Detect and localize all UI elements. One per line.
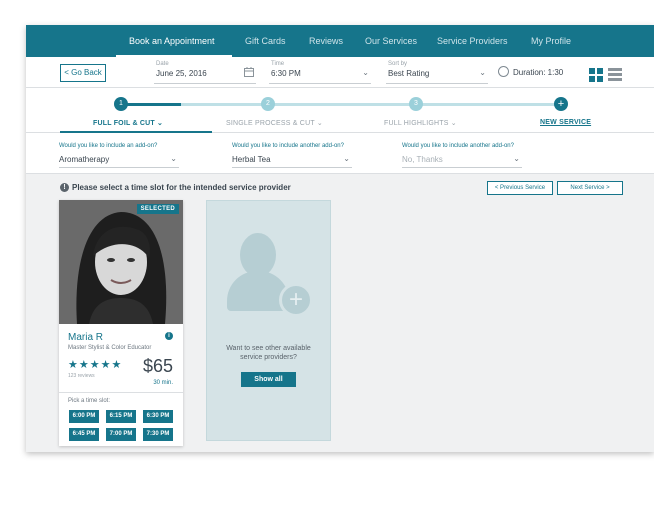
provider-price: $65 — [142, 356, 173, 376]
provider-info-icon[interactable]: i — [165, 332, 173, 340]
sort-label: Sort by — [388, 61, 408, 67]
service-duration: 30 min. — [153, 380, 173, 386]
selected-badge: SELECTED — [136, 204, 179, 214]
nav-reviews[interactable]: Reviews — [309, 25, 343, 57]
duration-text: Duration: 1:30 — [513, 68, 564, 77]
service-stepper: 1 2 3 + FULL FOIL & CUT ⌄ SINGLE PROCESS… — [26, 88, 654, 133]
nav-my-profile[interactable]: My Profile — [531, 25, 571, 57]
rating-stars: ★★★★★ — [68, 359, 123, 371]
addon-value-2: Herbal Tea — [232, 155, 271, 164]
addons-row: Would you like to include an add-on? Aro… — [26, 133, 654, 174]
step-3-dot[interactable]: 3 — [409, 97, 423, 111]
addon-value-3: No, Thanks — [402, 155, 443, 164]
addon-label-2: Would you like to include another add-on… — [232, 143, 344, 149]
provider-photo: SELECTED — [59, 200, 183, 324]
clock-icon — [498, 66, 509, 77]
other-providers-text: Want to see other available service prov… — [226, 345, 311, 361]
chevron-down-icon: ⌄ — [513, 154, 520, 163]
step-1-label[interactable]: FULL FOIL & CUT ⌄ — [93, 119, 163, 127]
time-slot-button[interactable]: 7:00 PM — [106, 428, 136, 441]
addon-label-1: Would you like to include an add-on? — [59, 143, 158, 149]
provider-role: Master Stylist & Color Educator — [68, 345, 152, 351]
step-1-text: FULL FOIL & CUT — [93, 120, 155, 127]
step-3-label[interactable]: FULL HIGHLIGHTS ⌄ — [384, 119, 457, 127]
add-service-icon[interactable]: + — [554, 97, 568, 111]
time-label: Time — [271, 61, 285, 67]
chevron-down-icon: ⌄ — [316, 120, 323, 127]
pick-slot-label: Pick a time slot: — [68, 398, 111, 404]
other-providers-card: + Want to see other available service pr… — [206, 200, 331, 441]
chevron-down-icon: ⌄ — [479, 68, 486, 77]
provider-name: Maria R — [68, 332, 104, 343]
addon-label-3: Would you like to include another add-on… — [402, 143, 514, 149]
addon-select-3[interactable]: Would you like to include another add-on… — [402, 143, 522, 168]
info-icon: ! — [60, 183, 69, 192]
chevron-down-icon: ⌄ — [343, 154, 350, 163]
new-service-link[interactable]: NEW SERVICE — [540, 119, 591, 126]
chevron-down-icon: ⌄ — [157, 120, 164, 127]
chevron-down-icon: ⌄ — [450, 120, 457, 127]
sort-value: Best Rating — [388, 69, 430, 78]
time-slot-button[interactable]: 6:30 PM — [143, 410, 173, 423]
calendar-icon[interactable] — [244, 67, 254, 79]
app-window: Book an Appointment Gift Cards Reviews O… — [26, 25, 654, 452]
nav-gift-cards[interactable]: Gift Cards — [245, 25, 286, 57]
time-slot-button[interactable]: 7:30 PM — [143, 428, 173, 441]
addon-value-1: Aromatherapy — [59, 155, 110, 164]
date-value: June 25, 2016 — [156, 69, 207, 78]
time-slot-button[interactable]: 6:00 PM — [69, 410, 99, 423]
addon-select-2[interactable]: Would you like to include another add-on… — [232, 143, 352, 168]
slot-instructions: Please select a time slot for the intend… — [72, 183, 291, 192]
nav-service-providers[interactable]: Service Providers — [437, 25, 508, 57]
time-value: 6:30 PM — [271, 69, 301, 78]
addon-select-1[interactable]: Would you like to include an add-on? Aro… — [59, 143, 179, 168]
list-view-icon[interactable] — [608, 68, 622, 82]
nav-our-services[interactable]: Our Services — [365, 25, 417, 57]
filter-bar: < Go Back Date June 25, 2016 Time 6:30 P… — [26, 57, 654, 88]
progress-track-done — [127, 103, 181, 106]
next-service-button[interactable]: Next Service > — [557, 181, 623, 195]
grid-view-icon[interactable] — [589, 68, 603, 82]
time-slot-button[interactable]: 6:15 PM — [106, 410, 136, 423]
sort-field[interactable]: Sort by Best Rating ⌄ — [386, 59, 488, 84]
step-3-text: FULL HIGHLIGHTS — [384, 120, 449, 127]
chevron-down-icon: ⌄ — [362, 68, 369, 77]
review-count: 123 reviews — [68, 373, 95, 379]
progress-track-remaining — [181, 103, 561, 106]
step-2-label[interactable]: SINGLE PROCESS & CUT ⌄ — [226, 119, 323, 127]
date-label: Date — [156, 61, 169, 67]
top-nav: Book an Appointment Gift Cards Reviews O… — [26, 25, 654, 57]
go-back-button[interactable]: < Go Back — [60, 64, 106, 82]
nav-book-appointment[interactable]: Book an Appointment — [129, 25, 215, 57]
step-1-dot[interactable]: 1 — [114, 97, 128, 111]
time-slot-button[interactable]: 6:45 PM — [69, 428, 99, 441]
divider — [59, 392, 183, 393]
date-field[interactable]: Date June 25, 2016 — [154, 59, 256, 84]
time-field[interactable]: Time 6:30 PM ⌄ — [269, 59, 371, 84]
previous-service-button[interactable]: < Previous Service — [487, 181, 553, 195]
add-person-icon: + — [279, 283, 313, 317]
step-2-dot[interactable]: 2 — [261, 97, 275, 111]
show-all-button[interactable]: Show all — [241, 372, 296, 387]
provider-card[interactable]: SELECTED Maria R i Master Stylist & Colo… — [59, 200, 183, 446]
chevron-down-icon: ⌄ — [170, 154, 177, 163]
step-2-text: SINGLE PROCESS & CUT — [226, 120, 315, 127]
